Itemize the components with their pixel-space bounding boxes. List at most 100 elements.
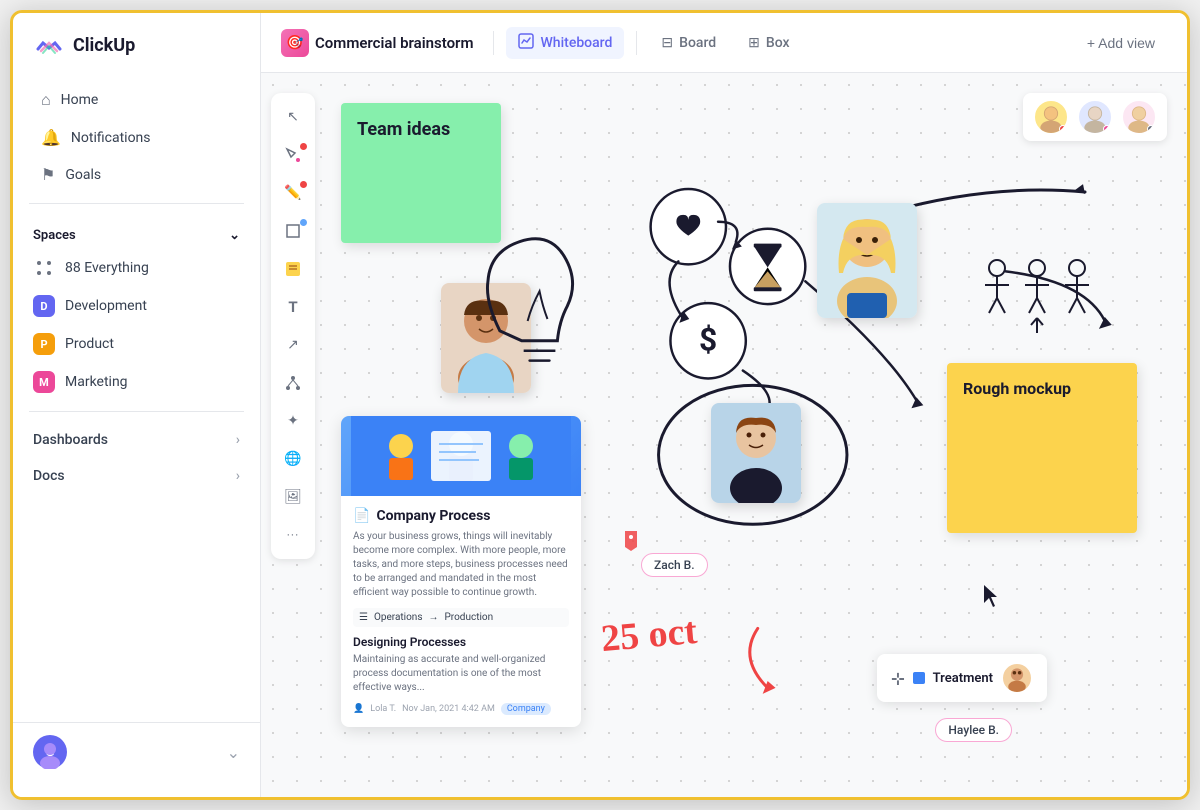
sidebar-item-everything[interactable]: 88 Everything xyxy=(13,249,260,287)
process-card-description: As your business grows, things will inev… xyxy=(353,530,569,600)
process-card-image xyxy=(341,416,581,496)
board-tab-label: Board xyxy=(679,35,716,51)
more-tool[interactable]: ··· xyxy=(277,519,309,551)
process-card-subdesc: Maintaining as accurate and well-organiz… xyxy=(353,653,569,695)
sidebar-logo[interactable]: ClickUp xyxy=(13,29,260,81)
header-divider-2 xyxy=(636,31,637,55)
whiteboard-tab-label: Whiteboard xyxy=(540,35,612,51)
sidebar-item-marketing[interactable]: M Marketing xyxy=(13,363,260,401)
date-annotation: 25 oct xyxy=(599,609,699,661)
sidebar-item-docs[interactable]: Docs › xyxy=(13,458,260,494)
box-tab-label: Box xyxy=(766,35,790,51)
sticky-note-rough-mockup[interactable]: Rough mockup xyxy=(947,363,1137,533)
product-label: Product xyxy=(65,336,114,352)
user-profile[interactable]: S ⌄ xyxy=(13,722,260,781)
clickup-logo-icon xyxy=(33,29,65,61)
image-tool[interactable]: 🖼 xyxy=(277,481,309,513)
process-card-subtitle: Designing Processes xyxy=(353,635,569,649)
cursor-pointer xyxy=(984,585,1002,612)
sidebar-item-development[interactable]: D Development xyxy=(13,287,260,325)
pen-tool[interactable]: ✏️ xyxy=(277,177,309,209)
add-view-button[interactable]: + Add view xyxy=(1075,29,1167,57)
user-chevron-icon: ⌄ xyxy=(227,743,240,762)
development-badge: D xyxy=(33,295,55,317)
canvas-toolbar: ↖ ✏️ T ↗ xyxy=(271,93,315,559)
spaces-label: Spaces xyxy=(33,228,76,243)
main-header: 🎯 Commercial brainstorm Whiteboard ⊟ Boa… xyxy=(261,13,1187,73)
whiteboard-tab-icon xyxy=(518,33,534,53)
paint-tool[interactable] xyxy=(277,139,309,171)
collaborator-3 xyxy=(1121,99,1157,135)
sidebar-item-home[interactable]: ⌂ Home xyxy=(21,81,252,119)
breadcrumb-title: Commercial brainstorm xyxy=(315,34,473,52)
zach-name: Zach B. xyxy=(654,558,695,572)
user-avatar: S xyxy=(33,735,67,769)
box-tab-icon: ⊞ xyxy=(748,35,760,51)
breadcrumb-icon: 🎯 xyxy=(281,29,309,57)
tab-whiteboard[interactable]: Whiteboard xyxy=(506,27,624,59)
marketing-badge: M xyxy=(33,371,55,393)
treatment-label: Treatment xyxy=(933,671,993,686)
photo-woman-center xyxy=(711,403,801,503)
haylee-label: Haylee B. xyxy=(935,718,1012,742)
globe-tool[interactable]: 🌐 xyxy=(277,443,309,475)
add-view-label: + Add view xyxy=(1087,35,1155,51)
cursor-tool[interactable]: ↖ xyxy=(277,101,309,133)
sidebar-item-notifications-label: Notifications xyxy=(71,130,151,146)
header-divider-1 xyxy=(493,31,494,55)
development-label: Development xyxy=(65,298,147,314)
nodes-tool[interactable] xyxy=(277,367,309,399)
app-name: ClickUp xyxy=(73,35,135,56)
photo-man xyxy=(441,283,531,393)
sticky-tool[interactable] xyxy=(277,253,309,285)
home-icon: ⌂ xyxy=(41,90,51,110)
whiteboard-canvas[interactable]: ↖ ✏️ T ↗ xyxy=(261,73,1187,797)
process-card-body: 📄 Company Process As your business grows… xyxy=(341,496,581,727)
app-container: ClickUp ⌂ Home 🔔 Notifications ⚑ Goals S… xyxy=(10,10,1190,800)
marketing-label: Marketing xyxy=(65,374,128,390)
collaborator-1 xyxy=(1033,99,1069,135)
everything-icon xyxy=(33,257,55,279)
collaborators-bar xyxy=(1023,93,1167,141)
treatment-card[interactable]: ⊹ Treatment xyxy=(877,654,1047,702)
breadcrumb: 🎯 Commercial brainstorm xyxy=(281,29,473,57)
process-card-footer: 👤 Lola T. Nov Jan, 2021 4:42 AM Company xyxy=(353,703,569,715)
sidebar-item-goals[interactable]: ⚑ Goals xyxy=(21,156,252,193)
arrow-tool[interactable]: ↗ xyxy=(277,329,309,361)
sidebar-item-goals-label: Goals xyxy=(65,167,101,183)
tab-box[interactable]: ⊞ Box xyxy=(736,29,801,57)
dashboards-label: Dashboards xyxy=(33,432,108,448)
sidebar-item-home-label: Home xyxy=(61,92,99,108)
docs-chevron-icon: › xyxy=(236,468,240,484)
sidebar-item-notifications[interactable]: 🔔 Notifications xyxy=(21,119,252,156)
sidebar-item-dashboards[interactable]: Dashboards › xyxy=(13,422,260,458)
svg-text:$: $ xyxy=(699,322,717,359)
header-actions: + Add view xyxy=(1075,29,1167,57)
collaborator-2 xyxy=(1077,99,1113,135)
sidebar-divider-2 xyxy=(29,411,244,412)
square-tool[interactable] xyxy=(277,215,309,247)
sidebar-item-product[interactable]: P Product xyxy=(13,325,260,363)
zach-label: Zach B. xyxy=(641,553,708,577)
treatment-avatar xyxy=(1001,662,1033,694)
photo-woman-blonde xyxy=(817,203,917,318)
process-card[interactable]: 📄 Company Process As your business grows… xyxy=(341,416,581,727)
goals-icon: ⚑ xyxy=(41,165,55,184)
haylee-name: Haylee B. xyxy=(948,723,999,737)
sidebar-divider-1 xyxy=(29,203,244,204)
notifications-icon: 🔔 xyxy=(41,128,61,147)
spaces-section-header[interactable]: Spaces ⌄ xyxy=(13,214,260,249)
sticky-note-rough-mockup-text: Rough mockup xyxy=(963,379,1071,398)
spaces-chevron-icon: ⌄ xyxy=(229,228,240,243)
docs-label: Docs xyxy=(33,468,65,484)
process-card-title: 📄 Company Process xyxy=(353,508,569,524)
text-tool[interactable]: T xyxy=(277,291,309,323)
sidebar: ClickUp ⌂ Home 🔔 Notifications ⚑ Goals S… xyxy=(13,13,261,797)
sparkle-tool[interactable]: ✦ xyxy=(277,405,309,437)
everything-label: 88 Everything xyxy=(65,260,149,276)
dashboards-chevron-icon: › xyxy=(236,432,240,448)
move-cursor-icon: ⊹ xyxy=(891,669,904,688)
tag-icon xyxy=(621,529,641,557)
tab-board[interactable]: ⊟ Board xyxy=(649,29,728,57)
sticky-note-team-ideas[interactable]: Team ideas xyxy=(341,103,501,243)
